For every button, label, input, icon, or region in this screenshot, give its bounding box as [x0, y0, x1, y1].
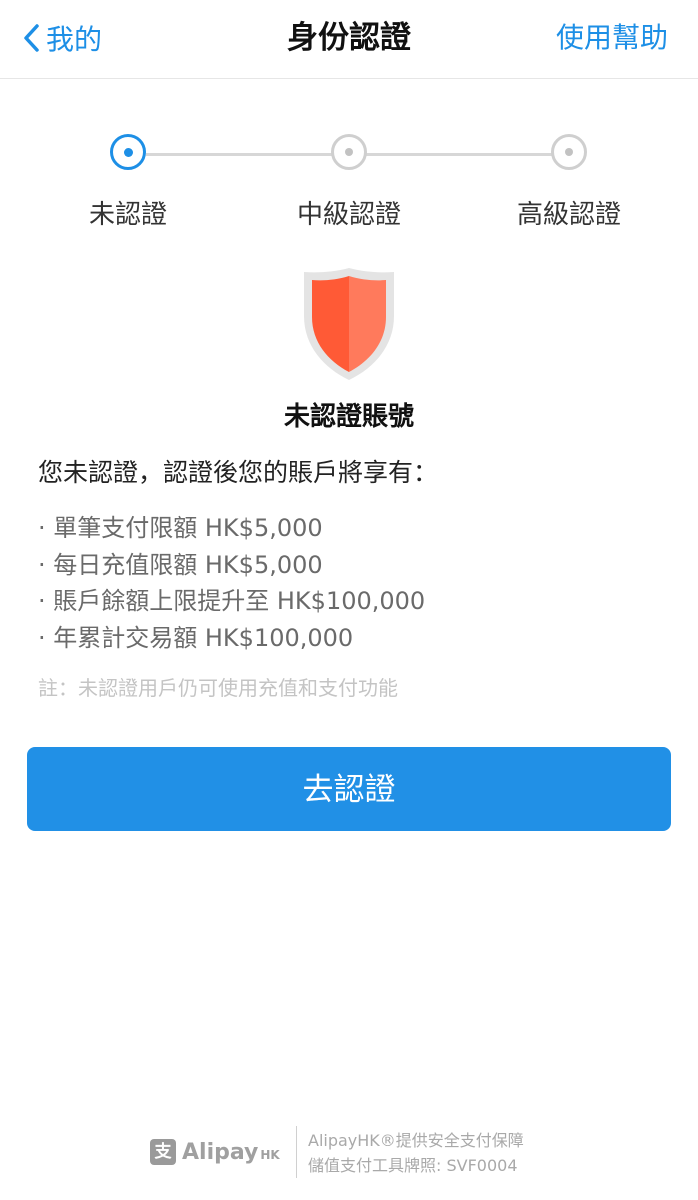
logo-mark: 支 — [150, 1139, 176, 1165]
footnote: 註：未認證用戶仍可使用充值和支付功能 — [38, 676, 398, 700]
list-item: · 每日充值限額 HK$5,000 — [38, 550, 323, 579]
benefits-intro: 您未認證，認證後您的賬戶將享有： — [38, 458, 439, 487]
chevron-left-icon — [24, 24, 39, 52]
step-connector — [366, 153, 552, 156]
verification-stepper: 未認證 中級認證 高級認證 — [0, 130, 698, 240]
list-item: · 賬戶餘額上限提升至 HK$100,000 — [38, 587, 426, 615]
help-link[interactable]: 使用幫助 — [556, 16, 668, 60]
account-status-title: 未認證賬號 — [283, 402, 414, 432]
step-label-advanced: 高級認證 — [516, 200, 621, 230]
step-connector — [146, 153, 332, 156]
step-label-intermediate: 中級認證 — [296, 200, 401, 230]
license-statement: 儲值支付工具牌照: SVF0004 — [308, 1156, 518, 1175]
navigation-bar: 我的 身份認證 使用幫助 — [0, 0, 698, 79]
shield-icon — [304, 268, 394, 380]
verify-button[interactable]: 去認證 — [27, 747, 671, 831]
logo-sub: HK — [260, 1148, 280, 1162]
divider — [296, 1126, 297, 1178]
back-button[interactable]: 我的 — [22, 16, 102, 60]
security-statement: AlipayHK®提供安全支付保障 — [308, 1131, 524, 1150]
step-node-unverified — [110, 134, 146, 170]
step-node-intermediate — [331, 134, 367, 170]
alipay-logo-icon: 支 Alipay HK — [150, 1132, 280, 1172]
step-node-advanced — [551, 134, 587, 170]
footer: 支 Alipay HK AlipayHK®提供安全支付保障 儲值支付工具牌照: … — [150, 1124, 570, 1180]
footer-text: AlipayHK®提供安全支付保障 儲值支付工具牌照: SVF0004 — [308, 1128, 524, 1178]
logo-text: Alipay — [182, 1139, 259, 1165]
list-item: · 單筆支付限額 HK$5,000 — [38, 514, 323, 542]
step-label-unverified: 未認證 — [88, 200, 167, 230]
back-label: 我的 — [46, 23, 103, 56]
list-item: · 年累計交易額 HK$100,000 — [38, 623, 354, 652]
benefits-list: · 單筆支付限額 HK$5,000 · 每日充值限額 HK$5,000 · 賬戶… — [38, 512, 425, 658]
